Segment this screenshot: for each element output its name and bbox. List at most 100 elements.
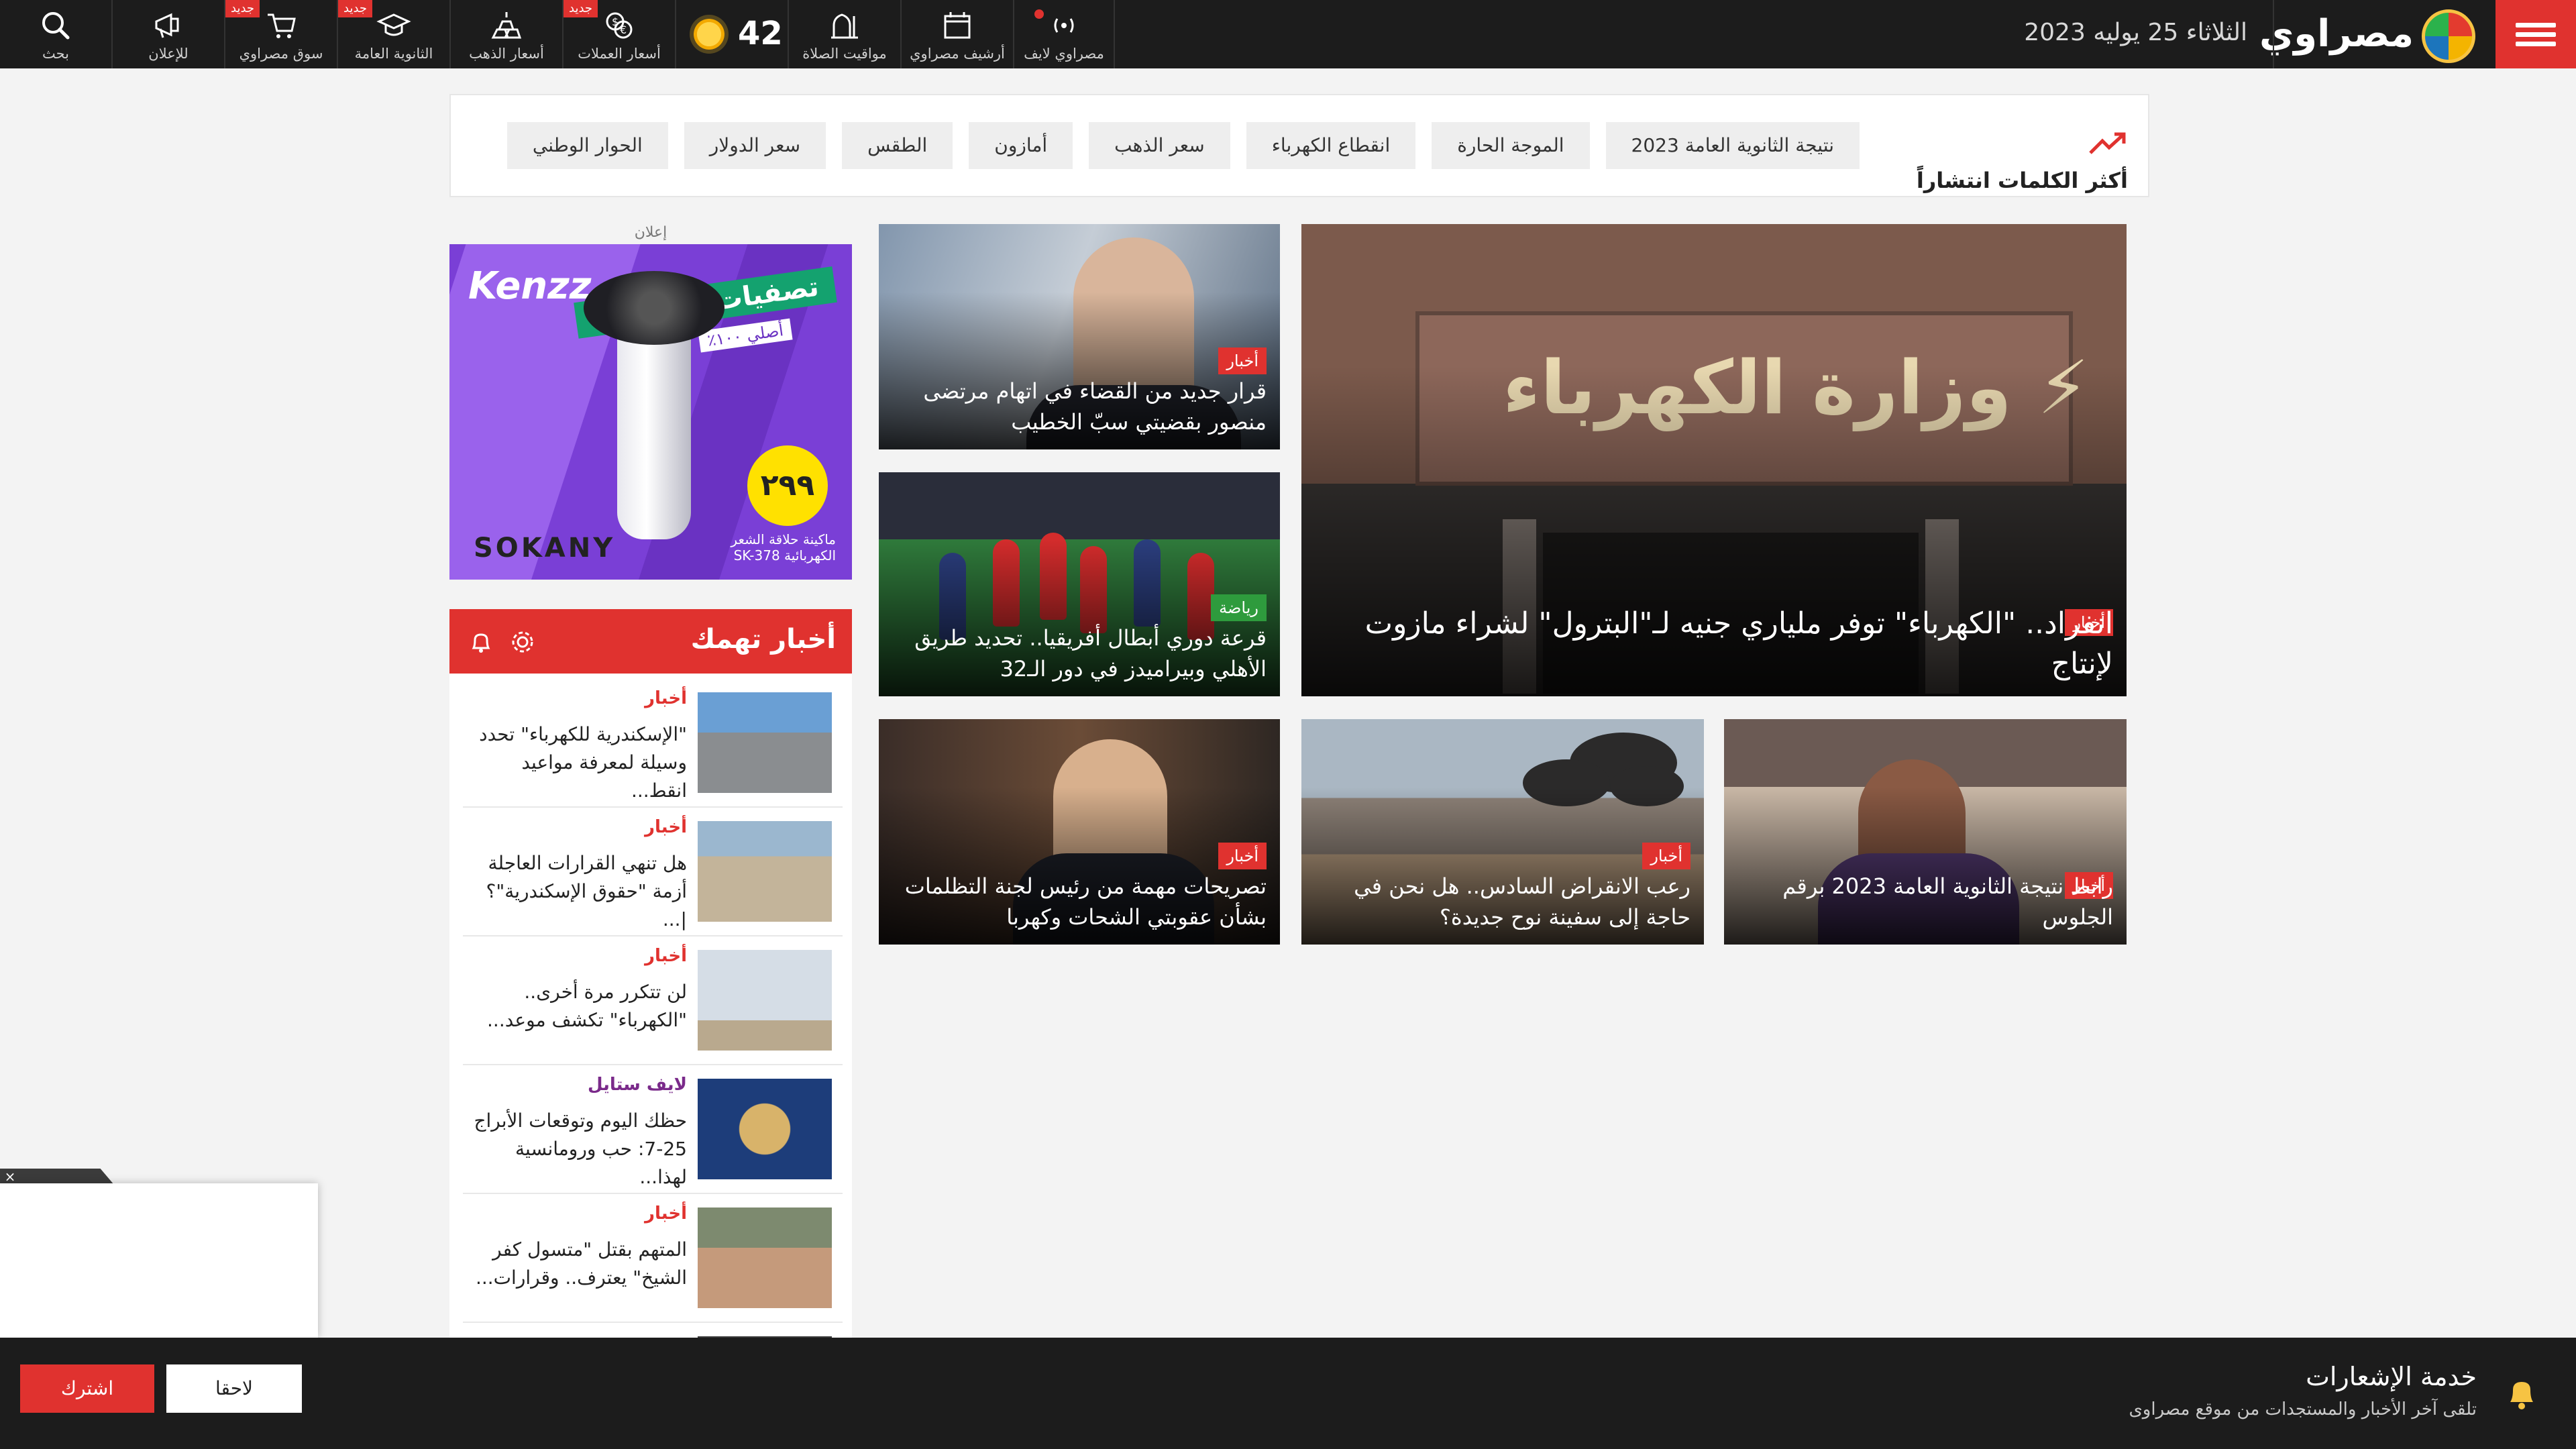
trending-tag[interactable]: انقطاع الكهرباء — [1246, 122, 1416, 169]
cart-icon — [268, 13, 296, 38]
top-header: مصراوي الثلاثاء 25 يوليه 2023 بحث للإعلا… — [0, 0, 2576, 68]
bell-icon — [2510, 1382, 2533, 1409]
gold-bars-icon — [491, 12, 522, 39]
news-category: أخبار — [1218, 347, 1267, 374]
new-badge: جديد — [564, 0, 598, 17]
news-title[interactable]: تصريحات مهمة من رئيس لجنة التظلمات بشأن … — [892, 871, 1267, 932]
news-card[interactable]: أخبار رعب الانقراض السادس.. هل نحن في حا… — [1301, 719, 1704, 945]
menu-icon[interactable] — [2496, 0, 2576, 68]
news-title[interactable]: حظك اليوم وتوقعات الأبراج 25-7: حب وروما… — [468, 1107, 687, 1191]
site-logo[interactable]: مصراوي — [2259, 5, 2475, 63]
bell-icon[interactable] — [468, 629, 494, 655]
live-dot-icon — [1034, 9, 1044, 19]
svg-text:$: $ — [612, 15, 619, 28]
news-card[interactable]: أخبار تصريحات مهمة من رئيس لجنة التظلمات… — [879, 719, 1280, 945]
news-thumbnail — [698, 1079, 832, 1179]
logo-mark-icon — [2422, 9, 2475, 63]
news-category: أخبار — [645, 688, 687, 708]
news-title[interactable]: رعب الانقراض السادس.. هل نحن في حاجة إلى… — [1315, 871, 1690, 932]
news-thumbnail — [698, 950, 832, 1051]
floating-player[interactable] — [0, 1183, 318, 1338]
trending-tag[interactable]: سعر الذهب — [1089, 122, 1230, 169]
news-title[interactable]: قرعة دوري أبطال أفريقيا.. تحديد طريق الأ… — [892, 623, 1267, 684]
gear-icon[interactable] — [510, 629, 535, 655]
trending-tag[interactable]: سعر الدولار — [684, 122, 826, 169]
list-item[interactable]: أخبار هل تنهي القرارات العاجلة أزمة "حقو… — [463, 808, 843, 936]
news-category: أخبار — [1642, 843, 1690, 869]
news-thumbnail — [698, 692, 832, 793]
trending-tags: نتيجة الثانوية العامة 2023 الموجة الحارة… — [506, 122, 1860, 169]
news-title[interactable]: "الإسكندرية للكهرباء" تحدد وسيلة لمعرفة … — [468, 720, 687, 805]
news-category: أخبار — [1218, 843, 1267, 869]
news-title[interactable]: هل تنهي القرارات العاجلة أزمة "حقوق الإس… — [468, 849, 687, 934]
nav-advertise[interactable]: للإعلان — [113, 0, 225, 68]
news-card[interactable]: أخبار قرار جديد من القضاء في اتهام مرتضى… — [879, 224, 1280, 449]
sun-icon — [694, 19, 724, 50]
nav-masrawy-market[interactable]: جديد سوق مصراوي — [225, 0, 338, 68]
nav-archive[interactable]: أرشيف مصراوي — [902, 0, 1014, 68]
trending-tag[interactable]: نتيجة الثانوية العامة 2023 — [1605, 122, 1860, 169]
close-icon[interactable]: × — [3, 1170, 17, 1183]
list-item[interactable]: أخبار "الإسكندرية للكهرباء" تحدد وسيلة ل… — [463, 679, 843, 808]
header-date: الثلاثاء 25 يوليه 2023 — [2024, 19, 2247, 46]
news-card[interactable]: رياضة قرعة دوري أبطال أفريقيا.. تحديد طر… — [879, 472, 1280, 696]
notification-title: خدمة الإشعارات — [2306, 1362, 2477, 1391]
trending-tag[interactable]: الطقس — [842, 122, 953, 169]
currency-icon: $€ — [606, 12, 633, 39]
ad-product-desc: ماكينة حلاقة الشعر الكهربائية SK-378 — [731, 531, 836, 564]
search-icon — [42, 12, 70, 40]
megaphone-icon — [155, 13, 179, 38]
news-title[interactable]: المتهم بقتل "متسول كفر الشيخ" يعترف.. وق… — [468, 1236, 687, 1292]
trending-up-icon — [2089, 132, 2126, 154]
news-category: أخبار — [645, 817, 687, 837]
shaver-product-image — [584, 271, 724, 539]
mosque-icon — [831, 13, 858, 39]
news-title[interactable]: قرار جديد من القضاء في اتهام مرتضى منصور… — [892, 376, 1267, 437]
nav-masrawy-live[interactable]: مصراوي لايف — [1014, 0, 1115, 68]
nav-gold-prices[interactable]: أسعار الذهب — [451, 0, 564, 68]
later-button[interactable]: لاحقا — [166, 1364, 302, 1413]
nav-currency-prices[interactable]: جديد $ € أسعار العملات — [564, 0, 676, 68]
notification-bar: خدمة الإشعارات تلقى آخر الأخبار والمستجد… — [0, 1338, 2576, 1449]
list-item[interactable]: أخبار المتهم بقتل "متسول كفر الشيخ" يعتر… — [463, 1194, 843, 1323]
new-badge: جديد — [225, 0, 260, 17]
list-item[interactable]: لايف ستايل حظك اليوم وتوقعات الأبراج 25-… — [463, 1065, 843, 1194]
weather-temperature: 42 — [738, 15, 783, 52]
nav-prayer-times[interactable]: مواقيت الصلاة — [789, 0, 902, 68]
news-category: لايف ستايل — [587, 1075, 687, 1095]
news-title[interactable]: رابط نتيجة الثانوية العامة 2023 برقم الج… — [1737, 871, 2113, 932]
divider — [2273, 0, 2274, 68]
nav-weather[interactable]: 42 — [676, 0, 789, 68]
ad-product-brand: SOKANY — [474, 533, 616, 564]
trending-tag[interactable]: الحوار الوطني — [506, 122, 668, 169]
live-broadcast-icon — [1054, 18, 1074, 33]
news-category: أخبار — [645, 1203, 687, 1224]
nav-search[interactable]: بحث — [0, 0, 113, 68]
trending-keywords: أكثر الكلمات انتشاراً نتيجة الثانوية الع… — [449, 94, 2149, 197]
news-card-featured[interactable]: ⚡ وزارة الكهرباء أخبار انفراد.. "الكهربا… — [1301, 224, 2127, 696]
news-thumbnail — [698, 1208, 832, 1308]
panel-title: أخبار تهمك — [690, 624, 836, 655]
news-category: أخبار — [645, 946, 687, 966]
news-for-you-panel: أخبار تهمك أخبار "الإسكندرية للكهرباء" ت… — [449, 609, 852, 1449]
ad-label: إعلان — [634, 224, 667, 241]
logo-text: مصراوي — [2259, 12, 2414, 56]
trending-tag[interactable]: الموجة الحارة — [1432, 122, 1590, 169]
news-card[interactable]: أخبار رابط نتيجة الثانوية العامة 2023 بر… — [1724, 719, 2127, 945]
panel-header: أخبار تهمك — [449, 609, 852, 674]
news-category: رياضة — [1211, 594, 1267, 621]
news-thumbnail — [698, 821, 832, 922]
nav-thanaweya[interactable]: جديد الثانوية العامة — [338, 0, 451, 68]
subscribe-button[interactable]: اشترك — [20, 1364, 154, 1413]
trending-tag[interactable]: أمازون — [969, 122, 1073, 169]
svg-text:€: € — [620, 23, 627, 36]
ad-price: ٢٩٩ — [747, 445, 828, 526]
news-title[interactable]: انفراد.. "الكهرباء" توفر ملياري جنيه لـ"… — [1315, 604, 2113, 684]
ad-brand: Kenzz — [468, 264, 592, 308]
calendar-icon — [944, 12, 971, 39]
ad-banner[interactable]: Kenzz تصفيات الماركات أصلي ١٠٠٪ ٢٩٩ SOKA… — [449, 244, 852, 580]
graduation-cap-icon — [376, 13, 411, 36]
list-item[interactable]: أخبار لن تتكرر مرة أخرى.. "الكهرباء" تكش… — [463, 936, 843, 1065]
notification-subtitle: تلقى آخر الأخبار والمستجدات من موقع مصرا… — [2129, 1399, 2477, 1419]
news-title[interactable]: لن تتكرر مرة أخرى.. "الكهرباء" تكشف موعد… — [468, 978, 687, 1034]
